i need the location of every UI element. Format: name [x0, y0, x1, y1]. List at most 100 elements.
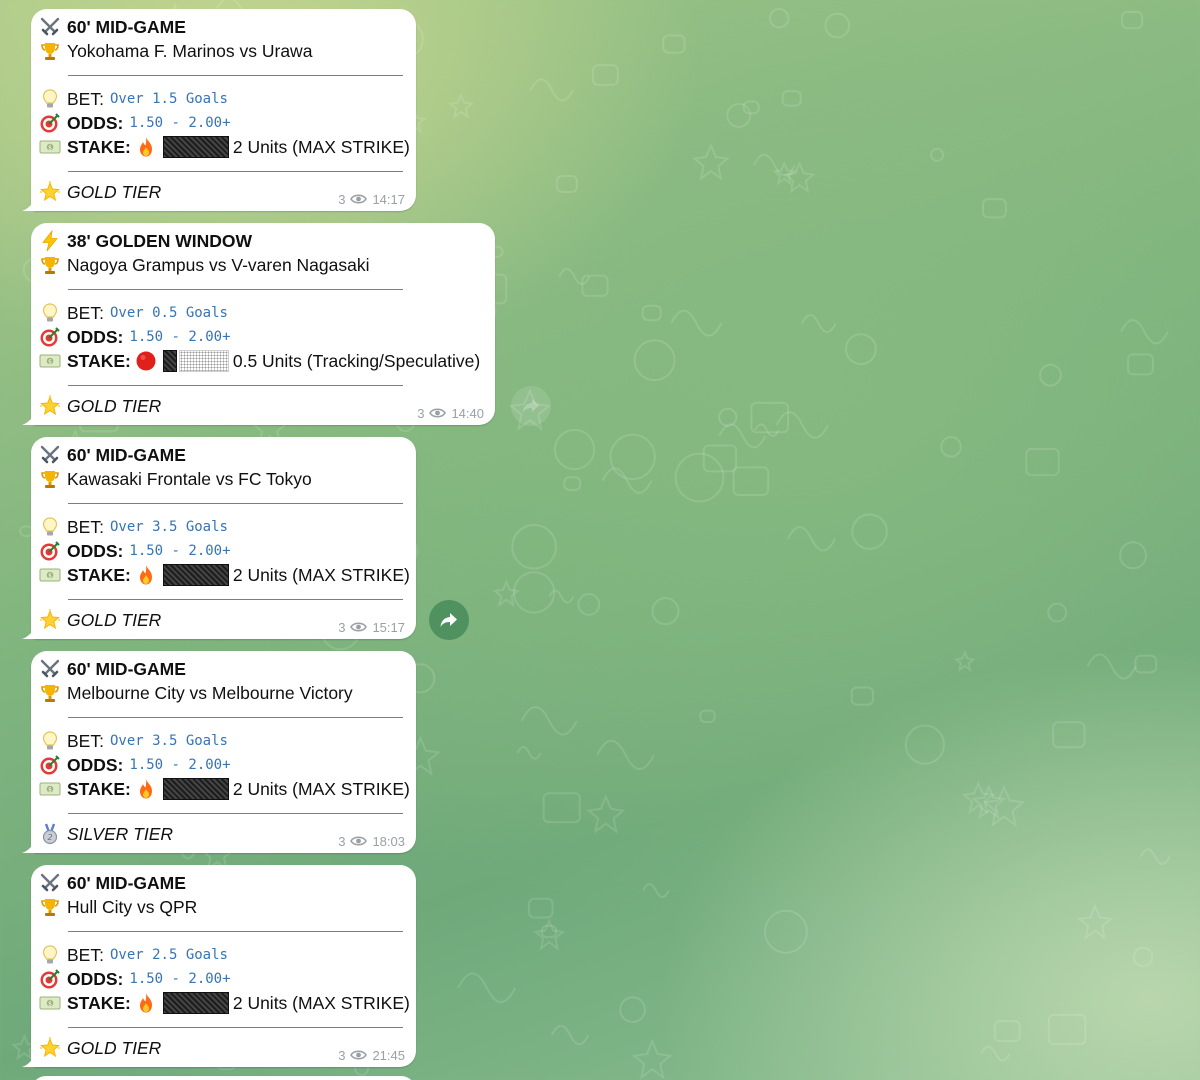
fire-icon — [135, 992, 157, 1014]
trophy-icon — [39, 682, 61, 704]
view-count: 3 — [338, 191, 346, 207]
wallpaper-doodle — [754, 423, 780, 438]
divider — [68, 599, 403, 600]
odds-value[interactable]: 1.50 - 2.00+ — [129, 971, 230, 987]
wallpaper-doodle — [1077, 903, 1114, 941]
divider — [68, 503, 403, 504]
wallpaper-doodle — [558, 267, 591, 285]
wallpaper-doodle — [633, 339, 676, 382]
wallpaper-doodle — [641, 304, 662, 322]
odds-value[interactable]: 1.50 - 2.00+ — [129, 757, 230, 773]
trophy-icon — [39, 896, 61, 918]
dollar-banknote-icon: $ — [39, 992, 61, 1014]
wallpaper-doodle — [542, 792, 581, 824]
glowing-star-icon — [39, 1037, 61, 1059]
wallpaper-doodle — [492, 579, 521, 608]
message-time: 18:03 — [372, 833, 405, 849]
redacted-bar — [162, 778, 229, 800]
bet-value[interactable]: Over 2.5 Goals — [110, 947, 228, 963]
wallpaper-doodle — [592, 64, 619, 86]
wallpaper-doodle — [550, 1024, 590, 1046]
bet-label: BET: — [67, 944, 104, 965]
wallpaper-doodle — [609, 433, 656, 481]
wallpaper-doodle — [800, 314, 837, 333]
svg-text:$: $ — [48, 358, 52, 365]
svg-text:$: $ — [48, 572, 52, 579]
divider — [68, 385, 403, 386]
stake-value: 0.5 Units (Tracking/Speculative) — [232, 350, 481, 371]
view-count: 3 — [338, 833, 346, 849]
lightning-icon — [39, 230, 61, 252]
wallpaper-doodle — [930, 147, 945, 162]
wallpaper-doodle — [851, 513, 888, 550]
wallpaper-doodle — [702, 444, 738, 473]
message-phase: 60' MID-GAME — [67, 658, 186, 679]
wallpaper-doodle — [824, 12, 851, 39]
wallpaper-doodle — [528, 897, 554, 919]
view-count: 3 — [338, 619, 346, 635]
wallpaper-doodle — [596, 739, 655, 771]
wallpaper-doodle — [670, 309, 723, 337]
odds-value[interactable]: 1.50 - 2.00+ — [129, 329, 230, 345]
bet-value[interactable]: Over 1.5 Goals — [110, 91, 228, 107]
message-bubble[interactable]: 60' MID-GAME Melbourne City vs Melbourne… — [22, 651, 416, 853]
message-bubble-partial[interactable] — [31, 1076, 416, 1080]
wallpaper-doodle — [516, 746, 542, 760]
dollar-banknote-icon: $ — [39, 778, 61, 800]
crossed-swords-icon — [39, 444, 61, 466]
bet-label: BET: — [67, 730, 104, 751]
red-circle-icon — [135, 350, 157, 372]
tier-label: GOLD TIER — [67, 181, 162, 202]
direct-hit-icon — [39, 112, 61, 134]
wallpaper-doodle — [1047, 1013, 1087, 1046]
svg-text:2: 2 — [47, 833, 52, 842]
message-phase: 60' MID-GAME — [67, 444, 186, 465]
wallpaper-doodle — [993, 1020, 1021, 1043]
message-bubble[interactable]: 60' MID-GAME Kawasaki Frontale vs FC Tok… — [22, 437, 416, 639]
stake-value: 2 Units (MAX STRIKE) — [232, 136, 410, 157]
trophy-icon — [39, 254, 61, 276]
wallpaper-doodle — [555, 174, 578, 193]
forward-button[interactable] — [511, 386, 551, 426]
eye-icon — [350, 622, 368, 632]
odds-value[interactable]: 1.50 - 2.00+ — [129, 115, 230, 131]
message-time: 14:17 — [372, 191, 405, 207]
odds-label: ODDS: — [67, 754, 124, 775]
glowing-star-icon — [39, 609, 61, 631]
svg-text:$: $ — [48, 1000, 52, 1007]
message-bubble[interactable]: 60' MID-GAME Hull City vs QPR BET: Over … — [22, 865, 416, 1067]
stake-label: STAKE: — [67, 564, 131, 585]
message-time: 21:45 — [372, 1047, 405, 1063]
bet-value[interactable]: Over 3.5 Goals — [110, 519, 228, 535]
stake-value: 2 Units (MAX STRIKE) — [232, 564, 410, 585]
forward-button[interactable] — [429, 600, 469, 640]
wallpaper-doodle — [631, 1038, 673, 1080]
wallpaper-doodle — [718, 407, 738, 427]
wallpaper-doodle — [699, 709, 716, 724]
wallpaper-doodle — [533, 918, 566, 951]
stake-label: STAKE: — [67, 778, 131, 799]
odds-value[interactable]: 1.50 - 2.00+ — [129, 543, 230, 559]
wallpaper-doodle — [940, 436, 962, 458]
svg-text:$: $ — [48, 786, 52, 793]
wallpaper-doodle — [447, 92, 475, 120]
bet-value[interactable]: Over 3.5 Goals — [110, 733, 228, 749]
wallpaper-doodle — [1025, 448, 1060, 477]
direct-hit-icon — [39, 968, 61, 990]
bet-value[interactable]: Over 0.5 Goals — [110, 305, 228, 321]
message-bubble[interactable]: 60' MID-GAME Yokohama F. Marinos vs Uraw… — [22, 9, 416, 211]
light-bulb-icon — [39, 88, 61, 110]
wallpaper-doodle — [457, 972, 517, 1003]
trophy-icon — [39, 468, 61, 490]
match-title: Hull City vs QPR — [67, 896, 198, 917]
redacted-bar — [162, 350, 177, 372]
wallpaper-doodle — [540, 924, 558, 939]
message-phase: 60' MID-GAME — [67, 872, 186, 893]
message-bubble[interactable]: 38' GOLDEN WINDOW Nagoya Grampus vs V-va… — [22, 223, 495, 425]
wallpaper-doodle — [844, 333, 877, 366]
bubble-tail — [22, 1053, 36, 1067]
message-time: 15:17 — [372, 619, 405, 635]
light-bulb-icon — [39, 516, 61, 538]
redacted-bar — [162, 136, 229, 158]
wallpaper-doodle — [971, 784, 1007, 820]
